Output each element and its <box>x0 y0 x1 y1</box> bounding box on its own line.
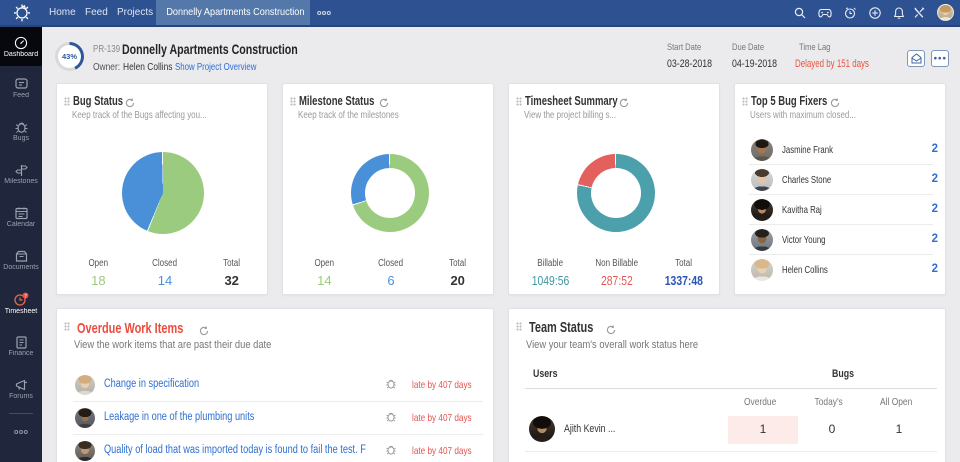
svg-text:7: 7 <box>24 294 27 300</box>
